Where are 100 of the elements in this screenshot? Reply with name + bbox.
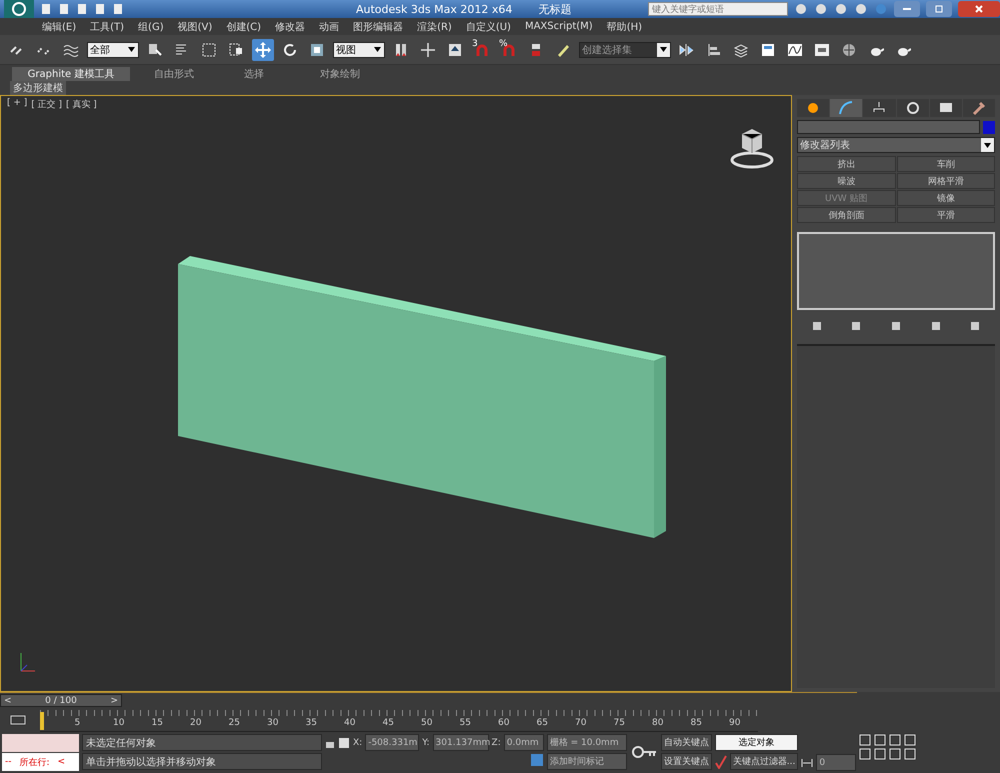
frame-tick-label: 30 <box>267 718 278 728</box>
window-select-icon[interactable] <box>228 42 244 58</box>
frame-tick-label: 70 <box>575 718 586 728</box>
y-coordinate-field[interactable]: 301.137mm <box>432 734 489 751</box>
motion-icon <box>904 100 921 116</box>
coordinate-system-dropdown[interactable]: 视图 <box>333 42 385 58</box>
caret-icon[interactable] <box>374 47 381 52</box>
maximize-button[interactable] <box>926 1 952 17</box>
command-panel-tab[interactable] <box>863 99 896 117</box>
menu-item[interactable]: 动画 <box>317 20 352 34</box>
align-bars-icon[interactable] <box>706 42 722 58</box>
menu-item[interactable]: 修改器 <box>273 20 318 34</box>
maximize-icon <box>935 5 943 13</box>
auto-key-button[interactable]: 自动关键点 <box>660 734 712 751</box>
modifier-button[interactable]: 镜像 <box>896 190 995 206</box>
key-filters-button[interactable]: 关键点过滤器... <box>730 753 798 770</box>
z-label: Z: <box>492 738 501 748</box>
window-title: Autodesk 3ds Max 2012 x64 <box>356 2 512 16</box>
menu-item[interactable]: 自定义(U) <box>464 20 523 34</box>
modifier-stack-list[interactable] <box>797 232 995 310</box>
key-mode-dropdown[interactable]: 选定对象 <box>714 734 798 751</box>
caret-icon[interactable] <box>128 47 135 52</box>
crosshair-icon[interactable] <box>420 42 436 58</box>
ribbon-tab[interactable]: 对象绘制 <box>292 67 388 81</box>
grid-size-field: 栅格 = 10.0mm <box>546 734 627 751</box>
command-panel-tab[interactable] <box>797 99 830 117</box>
set-key-button[interactable]: 设置关键点 <box>660 753 712 770</box>
modifier-button[interactable]: 倒角剖面 <box>797 207 896 223</box>
frame-tick-label: 55 <box>460 718 471 728</box>
frame-tick-label: 40 <box>344 718 356 728</box>
modify-icon <box>838 100 854 116</box>
object-color-swatch[interactable] <box>983 120 995 134</box>
close-icon <box>975 5 983 13</box>
frame-tick-label: 45 <box>382 718 394 728</box>
app-logo[interactable] <box>4 0 34 18</box>
frame-tick-label: 25 <box>228 718 240 728</box>
cursor-icon[interactable] <box>147 42 163 58</box>
scene-explorer-icon[interactable] <box>760 42 776 58</box>
y-label: Y: <box>422 738 430 748</box>
slider-thumb[interactable]: < 0 / 100 > <box>0 694 122 707</box>
viewport-label[interactable]: [ 真实 ] <box>66 98 97 111</box>
ribbon-tab[interactable]: Graphite 建模工具 <box>12 67 130 81</box>
command-panel-tab[interactable] <box>930 99 962 117</box>
mirror-icon[interactable] <box>679 42 695 58</box>
selection-filter-dropdown[interactable]: 全部 <box>87 42 139 58</box>
menu-item[interactable]: 帮助(H) <box>604 20 654 34</box>
menu-item[interactable]: 创建(C) <box>224 20 274 34</box>
viewport-label[interactable]: [ + ] <box>7 98 28 111</box>
frame-tick-label: 80 <box>652 718 664 728</box>
frame-tick-label: 10 <box>113 718 124 728</box>
box-drawing[interactable] <box>176 256 668 540</box>
minimize-button[interactable] <box>894 1 920 17</box>
align-icon[interactable] <box>447 42 463 58</box>
frame-tick-label: 90 <box>729 718 740 728</box>
layers-icon[interactable] <box>733 42 749 58</box>
curve-editor-icon[interactable] <box>787 42 803 58</box>
object-name-field[interactable] <box>797 120 980 134</box>
menu-item[interactable]: MAXScript(M) <box>522 21 605 32</box>
command-panel-tab[interactable] <box>962 99 996 117</box>
track-bar[interactable]: 5 10 15 20 25 30 35 40 45 50 55 60 65 70 75 80 85 90 <box>40 710 758 732</box>
close-button[interactable] <box>958 1 1000 17</box>
ribbon-tab[interactable]: 选择 <box>218 67 290 81</box>
add-time-tag-field[interactable]: 添加时间标记 <box>546 753 627 770</box>
menu-item[interactable]: 图形编辑器 <box>351 20 416 34</box>
caret-icon[interactable] <box>660 47 667 52</box>
search-field[interactable]: 键入关键字或短语 <box>648 2 788 16</box>
material-icon[interactable] <box>841 42 857 58</box>
modifier-button[interactable]: 挤出 <box>797 156 896 172</box>
command-panel-tab[interactable] <box>896 99 929 117</box>
track-bar-icon[interactable] <box>10 714 26 726</box>
frame-tick-label: 75 <box>614 718 625 728</box>
tangent-icon[interactable] <box>714 754 727 768</box>
pivot-icon[interactable] <box>393 42 409 58</box>
z-coordinate-field[interactable]: 0.0mm <box>504 734 544 751</box>
ribbon-tab[interactable]: 自由形式 <box>132 67 216 81</box>
selection-set-dropdown[interactable]: 创建选择集 <box>579 42 671 58</box>
frame-tick-label: 65 <box>536 718 548 728</box>
modifier-button[interactable]: 平滑 <box>896 207 995 223</box>
ribbon-panel-tab[interactable]: 多边形建模 <box>10 81 66 95</box>
key-mode-toggle-icon[interactable] <box>801 758 814 768</box>
menu-item[interactable]: 组(G) <box>136 20 176 34</box>
utilities-icon <box>970 100 987 116</box>
menu-item[interactable]: 工具(T) <box>88 20 136 34</box>
modifier-button[interactable]: 网格平滑 <box>896 173 995 189</box>
schematic-icon[interactable] <box>814 42 830 58</box>
modifier-button[interactable]: 噪波 <box>797 173 896 189</box>
rectangle-select-icon[interactable] <box>201 42 217 58</box>
viewport[interactable]: [ + ] [ 正交 ] [ 真实 ] <box>0 95 792 692</box>
current-frame-field[interactable]: 0 <box>816 754 856 771</box>
modifier-button[interactable]: 车削 <box>896 156 995 172</box>
menu-item[interactable]: 视图(V) <box>176 20 224 34</box>
menu-item[interactable]: 渲染(R) <box>415 20 464 34</box>
x-label: X: <box>353 738 362 748</box>
modifier-list-dropdown[interactable]: 修改器列表 <box>797 137 995 153</box>
frame-tick-label: 20 <box>190 718 202 728</box>
x-coordinate-field[interactable]: -508.331m <box>365 734 420 751</box>
menu-item[interactable]: 编辑(E) <box>40 20 88 34</box>
viewport-label[interactable]: [ 正交 ] <box>31 98 62 111</box>
caret-icon[interactable] <box>984 142 991 148</box>
selection-status: 未选定任何对象 <box>82 734 322 751</box>
